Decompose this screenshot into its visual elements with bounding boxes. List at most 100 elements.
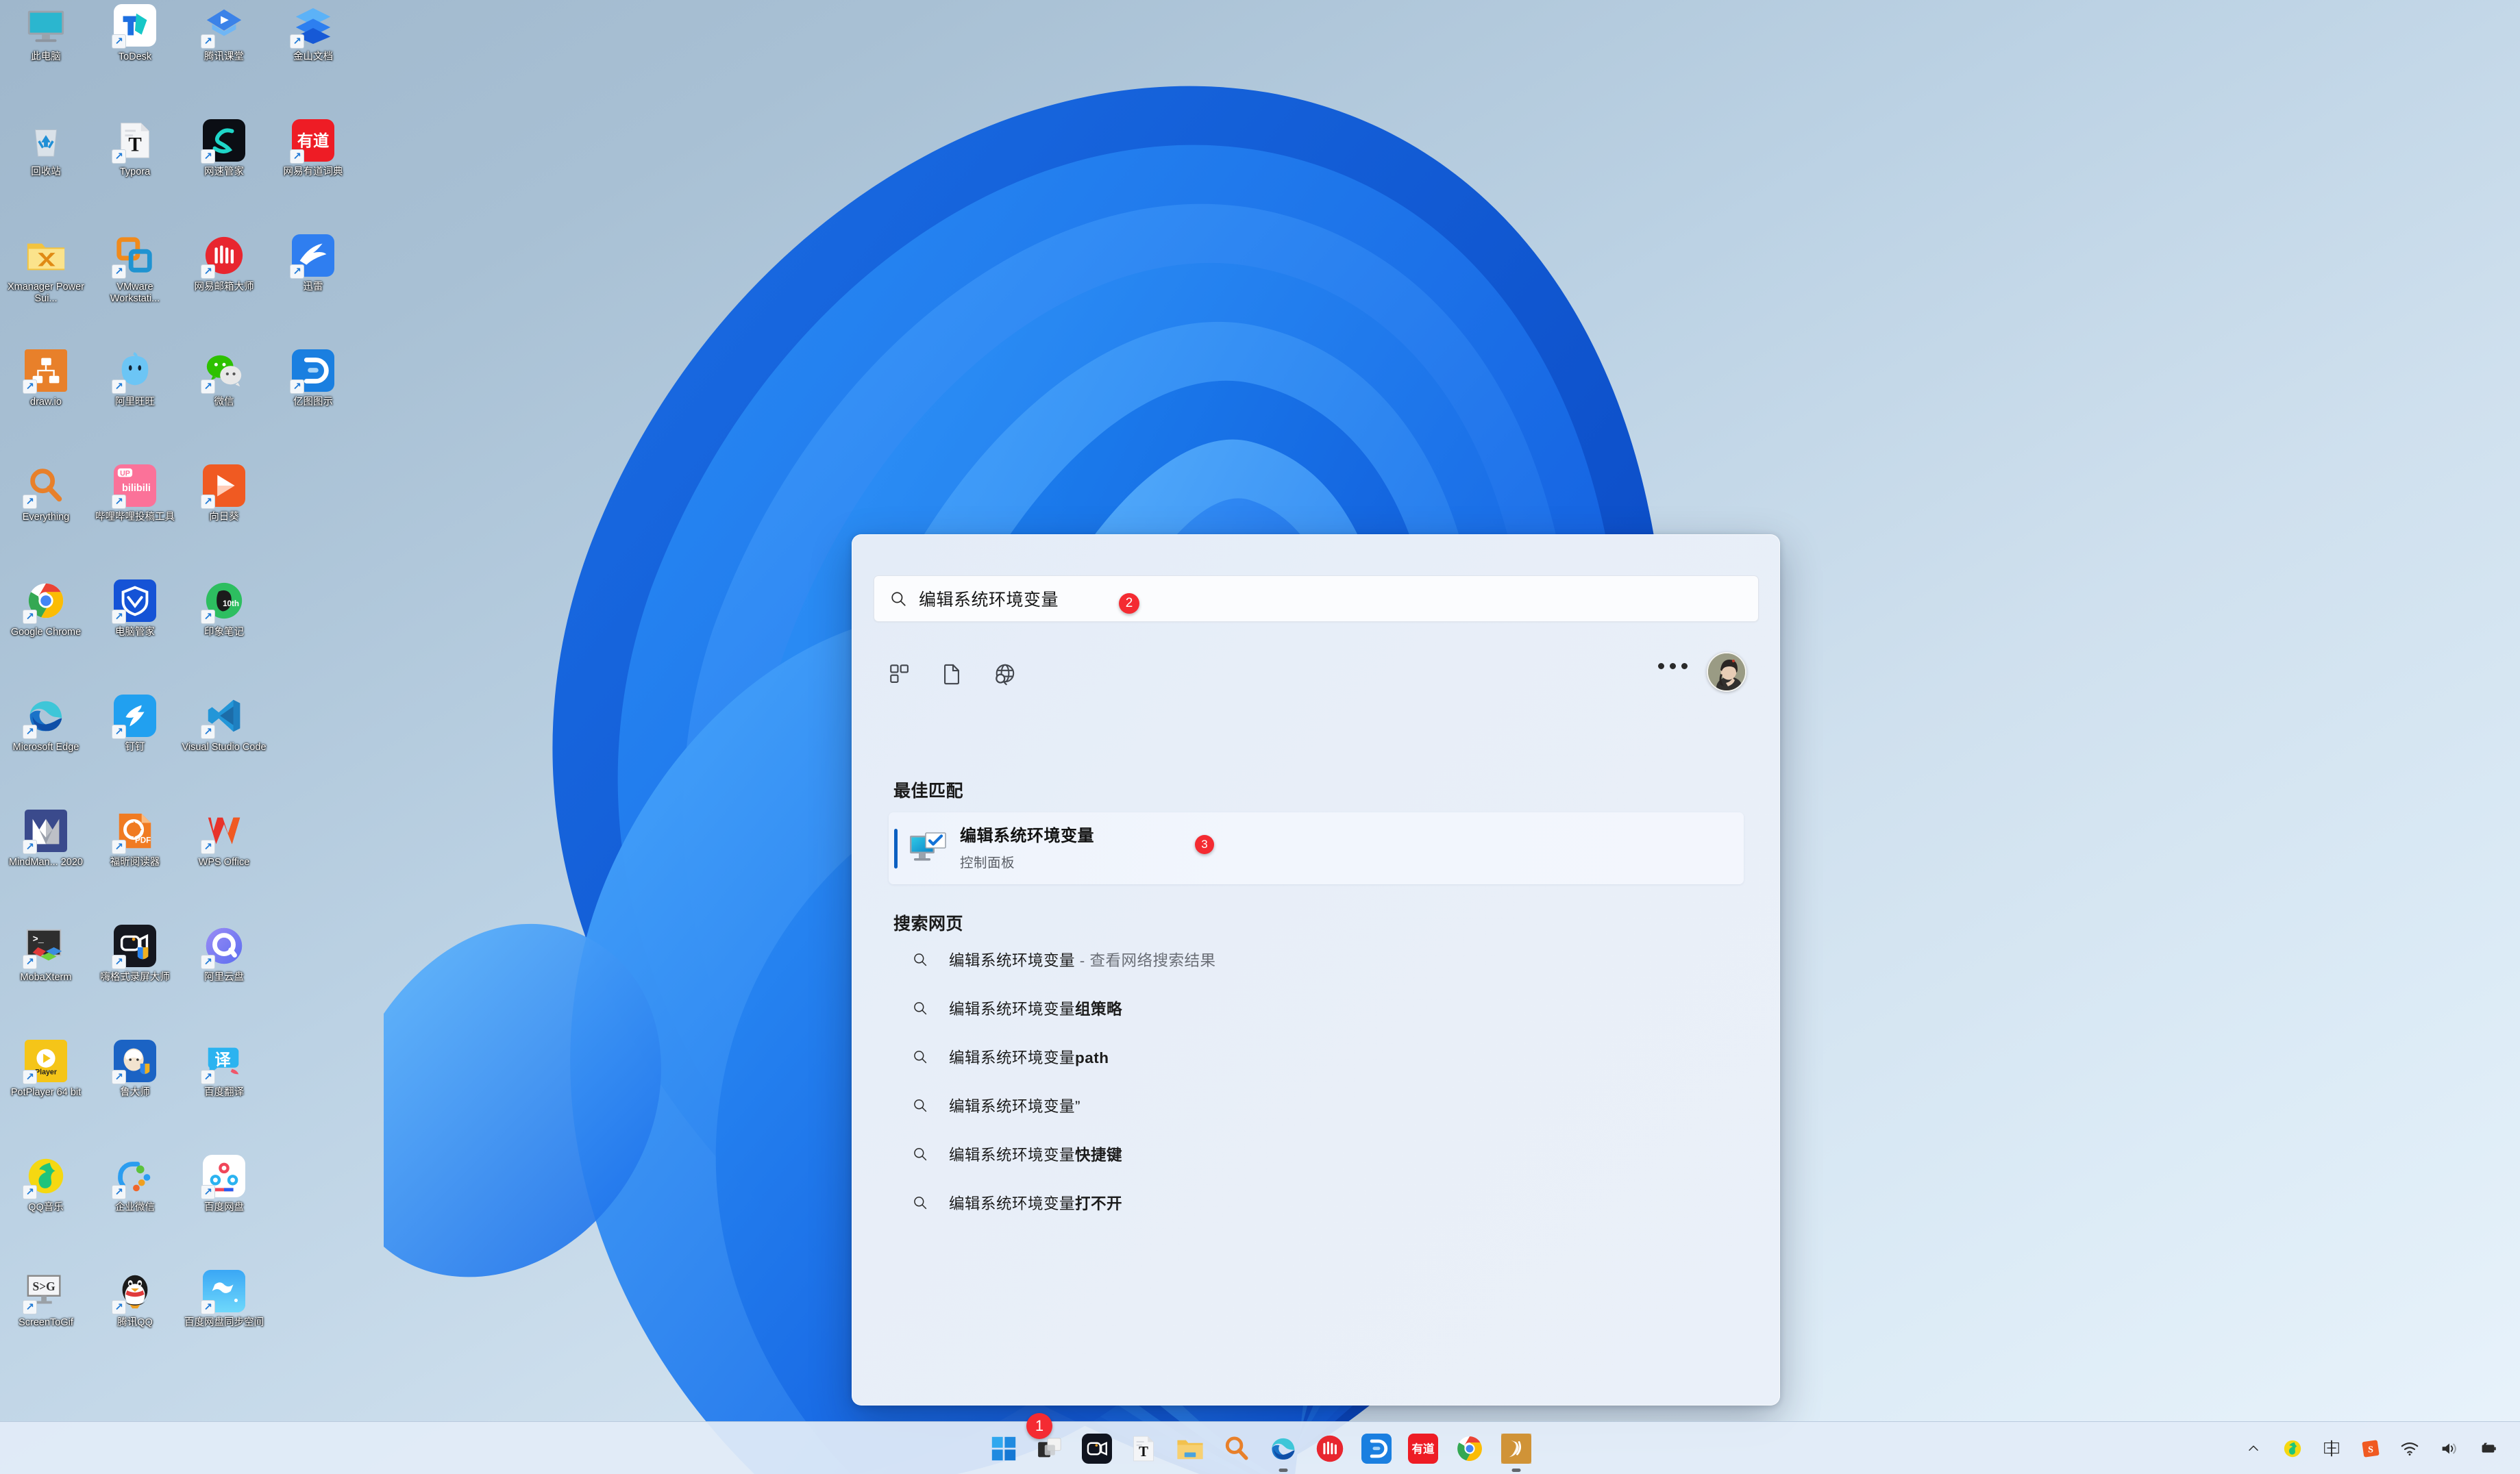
document-icon[interactable] [926,650,978,698]
desktop-grid-spacer [269,695,358,810]
svg-text:译: 译 [214,1051,231,1069]
netease-mail-app[interactable] [1314,1433,1346,1464]
desktop-icon-label: 迅雷 [303,282,323,292]
shortcut-arrow-icon: ↗ [112,149,126,164]
best-match-subtitle: 控制面板 [960,855,1015,871]
desktop-icon-youdao-dict[interactable]: 有道 ↗ 网易有道词典 [269,119,358,234]
desktop-icon-this-pc[interactable]: 此电脑 [1,4,90,119]
desktop-icon-wecom[interactable]: ↗ 企业微信 [90,1155,180,1270]
desktop-icon-evernote[interactable]: 10th ↗ 印象笔记 [180,579,269,695]
desktop-icon-edge[interactable]: ↗ Microsoft Edge [1,695,90,810]
desktop-icon-drawio[interactable]: ↗ draw.io [1,349,90,464]
qq-music-tray[interactable] [2281,1437,2304,1460]
desktop-icon-mobaxterm[interactable]: >_ ↗ MobaXterm [1,925,90,1040]
drawio-icon: ↗ [23,349,67,394]
desktop-icon-screentogif[interactable]: S>G ↗ ScreenToGif [1,1270,90,1385]
desktop-icon-network-speed-manager[interactable]: ↗ 网速管家 [180,119,269,234]
svg-text:10th: 10th [223,599,239,608]
ime-indicator[interactable] [2320,1437,2343,1460]
desktop-icon-edraw[interactable]: ↗ 亿图图示 [269,349,358,464]
user-avatar[interactable] [1707,652,1746,692]
baidu-netdisk-icon: ↗ [201,1155,245,1199]
wecom-icon: ↗ [112,1155,156,1199]
everything-app[interactable] [1221,1433,1252,1464]
desktop-icon-netease-mail[interactable]: ↗ 网易邮箱大师 [180,234,269,349]
shortcut-arrow-icon: ↗ [112,34,126,49]
desktop-icon-wechat[interactable]: ↗ 微信 [180,349,269,464]
everything-icon: ↗ [23,464,67,509]
start-button[interactable] [988,1433,1020,1464]
chrome-browser[interactable] [1454,1433,1485,1464]
shortcut-arrow-icon: ↗ [290,149,304,164]
desktop-icon-aliyun-drive[interactable]: ↗ 阿里云盘 [180,925,269,1040]
desktop-icon-bilibili-upload[interactable]: UP bilibili ↗ 哔哩哔哩投稿工具 [90,464,180,579]
desktop-icon-label: PotPlayer 64 bit [10,1087,82,1098]
desktop-icon-todesk[interactable]: ↗ ToDesk [90,4,180,119]
desktop-icon-dingtalk[interactable]: ↗ 钉钉 [90,695,180,810]
wechat-icon: ↗ [201,349,245,394]
desktop-icon-sunflower-remote[interactable]: ↗ 向日葵 [180,464,269,579]
desktop-icon-label: 阿里云盘 [204,972,244,983]
calligraphy-app[interactable] [1500,1433,1532,1472]
desktop-icon-baidu-netdisk-sync[interactable]: ↗ 百度网盘同步空间 [180,1270,269,1385]
desktop-icon-label: Google Chrome [10,627,82,638]
desktop-icon-potplayer[interactable]: Player ↗ PotPlayer 64 bit [1,1040,90,1155]
svg-text:bilibili: bilibili [122,483,151,494]
shortcut-arrow-icon: ↗ [201,725,215,739]
web-search-item[interactable]: 编辑系统环境变量快捷键 [889,1130,1744,1178]
file-explorer[interactable] [1174,1433,1206,1464]
web-search-heading: 搜索网页 [893,914,964,934]
web-search-item[interactable]: 编辑系统环境变量 - 查看网络搜索结果 [889,936,1744,984]
desktop-icon-baidu-translate[interactable]: 译 ↗ 百度翻译 [180,1040,269,1155]
desktop-icon-tencent-classroom[interactable]: ↗ 腾讯课堂 [180,4,269,119]
desktop-icon-vmware[interactable]: ↗ VMware Workstati... [90,234,180,349]
desktop-icon-mindmanager[interactable]: ↗ MindMan... 2020 [1,810,90,925]
edraw-app[interactable] [1361,1433,1392,1464]
desktop-icon-higeshi-recorder[interactable]: ↗ 嗨格式录屏大师 [90,925,180,1040]
desktop-icon-aliwangwang[interactable]: ↗ 阿里旺旺 [90,349,180,464]
web-search-item[interactable]: 编辑系统环境变量组策略 [889,984,1744,1032]
desktop-icon-recycle-bin[interactable]: 回收站 [1,119,90,234]
wps-office-icon: ↗ [201,810,245,854]
shortcut-arrow-icon: ↗ [201,264,215,279]
volume-status[interactable] [2437,1437,2460,1460]
svg-text:>_: >_ [33,935,45,945]
desktop-icon-tencent-qq[interactable]: ↗ 腾讯QQ [90,1270,180,1385]
edge-browser[interactable] [1268,1433,1299,1472]
globe-search-icon[interactable] [978,650,1030,698]
web-search-item[interactable]: 编辑系统环境变量” [889,1082,1744,1129]
web-search-item[interactable]: 编辑系统环境变量path [889,1033,1744,1081]
desktop-icon-label: 腾讯课堂 [204,51,244,62]
sogou-input-tray[interactable]: S [2359,1437,2382,1460]
desktop-icon-xmanager[interactable]: Xmanager Power Sui... [1,234,90,349]
meeting-app[interactable] [1081,1433,1113,1464]
desktop-icon-ludashi[interactable]: ↗ 鲁大师 [90,1040,180,1155]
desktop-icon-foxit-reader[interactable]: PDF ↗ 福昕阅读器 [90,810,180,925]
best-match-result[interactable]: 编辑系统环境变量 控制面板 [889,812,1744,884]
desktop-icon-qq-music[interactable]: ↗ QQ音乐 [1,1155,90,1270]
desktop-icon-typora[interactable]: T ↗ Typora [90,119,180,234]
desktop-icon-vscode[interactable]: ↗ Visual Studio Code [180,695,269,810]
apps-grid-icon[interactable] [874,650,926,698]
desktop-icon-kingsoft-docs[interactable]: ↗ 金山文档 [269,4,358,119]
shortcut-arrow-icon: ↗ [23,495,37,509]
netease-mail-icon: ↗ [201,234,245,279]
battery-status[interactable] [2476,1437,2499,1460]
search-input[interactable]: 编辑系统环境变量 [874,575,1759,622]
web-search-item[interactable]: 编辑系统环境变量打不开 [889,1179,1744,1227]
network-status[interactable] [2398,1437,2421,1460]
desktop-icon-baidu-netdisk[interactable]: ↗ 百度网盘 [180,1155,269,1270]
desktop-icon-label: ScreenToGif [18,1317,73,1328]
desktop-icon-wps-office[interactable]: ↗ WPS Office [180,810,269,925]
desktop-grid-spacer [269,810,358,925]
desktop-icon-xunlei[interactable]: ↗ 迅雷 [269,234,358,349]
shortcut-arrow-icon: ↗ [290,34,304,49]
desktop-icon-tencent-pc-manager[interactable]: ↗ 电脑管家 [90,579,180,695]
web-search-query: 编辑系统环境变量 [949,952,1076,969]
youdao-dict-app[interactable]: 有道 [1407,1433,1439,1464]
show-hidden-icons[interactable] [2242,1437,2265,1460]
typora-app[interactable]: T [1128,1433,1159,1464]
desktop-icon-chrome[interactable]: ↗ Google Chrome [1,579,90,695]
desktop-icon-everything[interactable]: ↗ Everything [1,464,90,579]
more-options-icon[interactable] [1658,663,1688,669]
